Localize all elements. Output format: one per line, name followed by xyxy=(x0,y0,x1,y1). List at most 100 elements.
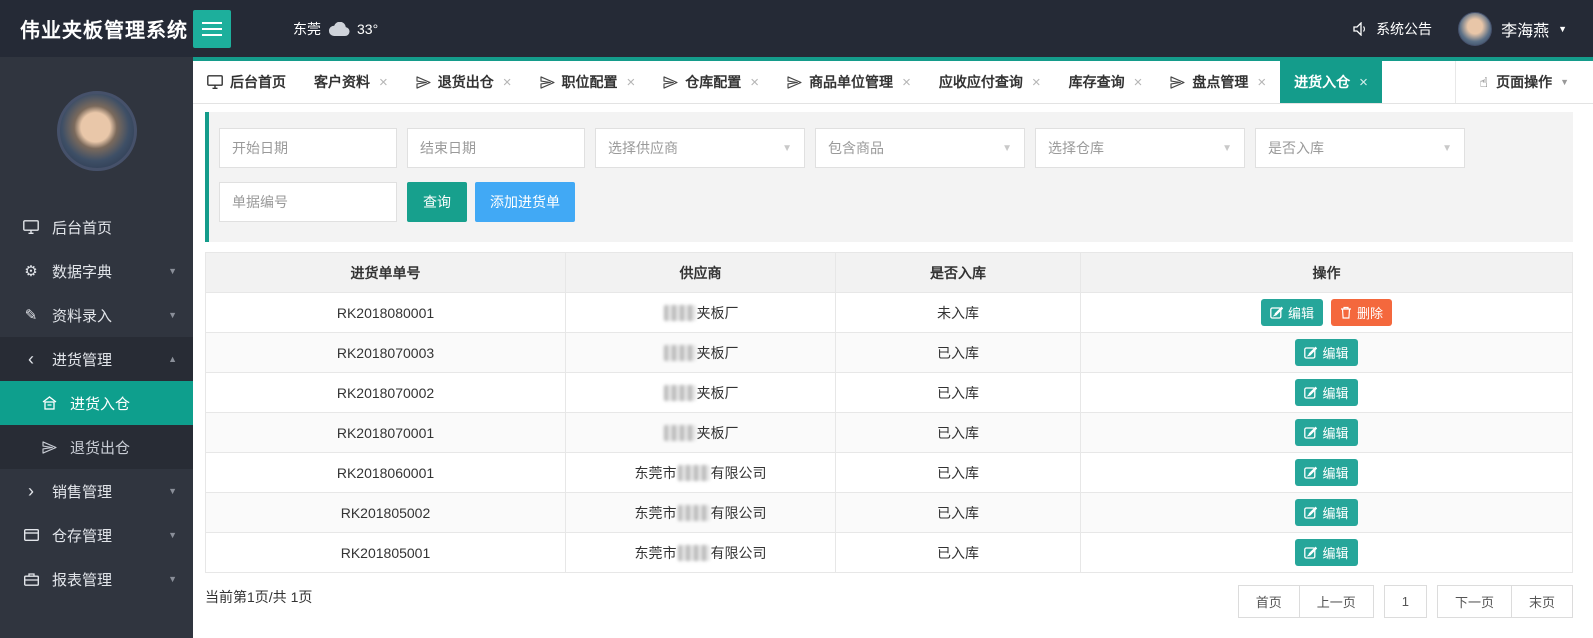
tab-dashboard[interactable]: 后台首页 xyxy=(193,61,300,103)
first-page-button[interactable]: 首页 xyxy=(1239,586,1300,617)
edit-button[interactable]: 编辑 xyxy=(1295,379,1357,406)
tab-warehouse-config[interactable]: 仓库配置 × xyxy=(649,61,773,103)
delete-button[interactable]: 删除 xyxy=(1331,299,1392,326)
tab-payables-query[interactable]: 应收应付查询 × xyxy=(925,61,1055,103)
column-header-status: 是否入库 xyxy=(836,253,1081,292)
tab-product-unit-management[interactable]: 商品单位管理 × xyxy=(773,61,925,103)
current-page-button[interactable]: 1 xyxy=(1385,586,1426,617)
sidebar-item-dashboard[interactable]: 后台首页 xyxy=(0,205,193,249)
sidebar-item-purchase-inbound[interactable]: 进货入仓 xyxy=(0,381,193,425)
menu-toggle-button[interactable] xyxy=(193,10,231,48)
speaker-icon xyxy=(1353,22,1369,36)
edit-button[interactable]: 编辑 xyxy=(1295,459,1357,486)
chevron-down-icon: ▼ xyxy=(1560,77,1569,87)
table-row: RK2018070001 夹板厂 已入库 编辑 xyxy=(206,413,1572,453)
close-icon[interactable]: × xyxy=(902,74,911,91)
chevron-down-icon: ▼ xyxy=(168,530,177,540)
status-cell: 已入库 xyxy=(836,413,1081,452)
query-button[interactable]: 查询 xyxy=(407,182,467,222)
chevron-down-icon: ▼ xyxy=(168,486,177,496)
supplier-cell: 夹板厂 xyxy=(566,333,836,372)
sidebar-item-purchase-management[interactable]: ‹ 进货管理 ▲ xyxy=(0,337,193,381)
chevron-down-icon: ▼ xyxy=(1222,143,1232,154)
chevron-down-icon: ▼ xyxy=(1442,143,1452,154)
order-no-cell: RK201805001 xyxy=(206,533,566,572)
send-icon xyxy=(787,76,802,89)
sidebar-item-return-outbound[interactable]: 退货出仓 xyxy=(0,425,193,469)
pagination: 首页 上一页 1 下一页 末页 xyxy=(1238,585,1573,618)
close-icon[interactable]: × xyxy=(503,74,512,91)
tab-bar: 后台首页 客户资料 × 退货出仓 × 职位配置 × xyxy=(193,57,1593,104)
instock-select[interactable]: 是否入库 ▼ xyxy=(1255,128,1465,168)
sidebar-item-sales-management[interactable]: › 销售管理 ▼ xyxy=(0,469,193,513)
edit-button[interactable]: 编辑 xyxy=(1295,539,1357,566)
tab-customer-data[interactable]: 客户资料 × xyxy=(300,61,402,103)
order-no-cell: RK201805002 xyxy=(206,493,566,532)
order-no-cell: RK2018080001 xyxy=(206,293,566,332)
order-no-input[interactable] xyxy=(219,182,397,222)
table-row: RK2018060001 东莞市有限公司 已入库 编辑 xyxy=(206,453,1572,493)
weather-city: 东莞 xyxy=(293,19,321,39)
sidebar-item-warehouse-management[interactable]: 仓存管理 ▼ xyxy=(0,513,193,557)
table-header-row: 进货单单号 供应商 是否入库 操作 xyxy=(206,253,1572,293)
close-icon[interactable]: × xyxy=(1134,74,1143,91)
censored-text xyxy=(664,385,696,401)
actions-cell: 编辑 删除 xyxy=(1081,293,1572,332)
page-summary: 当前第1页/共 1页 xyxy=(205,585,312,607)
last-page-button[interactable]: 末页 xyxy=(1512,586,1572,617)
supplier-cell: 夹板厂 xyxy=(566,413,836,452)
actions-cell: 编辑 xyxy=(1081,373,1572,412)
sidebar-item-data-entry[interactable]: ✎ 资料录入 ▼ xyxy=(0,293,193,337)
censored-text xyxy=(664,425,696,441)
edit-icon xyxy=(1270,306,1283,319)
supplier-select[interactable]: 选择供应商 ▼ xyxy=(595,128,805,168)
close-icon[interactable]: × xyxy=(1359,74,1368,91)
user-menu[interactable]: 李海燕 ▼ xyxy=(1458,12,1567,46)
edit-button[interactable]: 编辑 xyxy=(1295,499,1357,526)
sidebar-item-data-dictionary[interactable]: ⚙ 数据字典 ▼ xyxy=(0,249,193,293)
close-icon[interactable]: × xyxy=(1032,74,1041,91)
order-no-cell: RK2018070002 xyxy=(206,373,566,412)
edit-icon xyxy=(1304,546,1317,559)
censored-text xyxy=(664,345,696,361)
next-page-button[interactable]: 下一页 xyxy=(1438,586,1512,617)
sidebar-item-report-management[interactable]: 报表管理 ▼ xyxy=(0,557,193,601)
briefcase-icon xyxy=(22,573,40,586)
status-cell: 已入库 xyxy=(836,333,1081,372)
close-icon[interactable]: × xyxy=(379,74,388,91)
edit-button[interactable]: 编辑 xyxy=(1261,299,1323,326)
top-bar: 伟业夹板管理系统 东莞 33° 系统公告 李海燕 ▼ xyxy=(0,0,1593,57)
app-title: 伟业夹板管理系统 xyxy=(0,14,193,43)
edit-button[interactable]: 编辑 xyxy=(1295,339,1357,366)
tab-position-config[interactable]: 职位配置 × xyxy=(526,61,650,103)
trash-icon xyxy=(1340,306,1352,319)
close-icon[interactable]: × xyxy=(627,74,636,91)
system-announcement-button[interactable]: 系统公告 xyxy=(1353,19,1432,39)
close-icon[interactable]: × xyxy=(750,74,759,91)
order-no-cell: RK2018060001 xyxy=(206,453,566,492)
user-name: 李海燕 xyxy=(1501,17,1549,41)
profile-avatar[interactable] xyxy=(57,91,137,171)
add-purchase-order-button[interactable]: 添加进货单 xyxy=(475,182,575,222)
end-date-input[interactable] xyxy=(407,128,585,168)
tab-stocktake-management[interactable]: 盘点管理 × xyxy=(1156,61,1280,103)
page-actions-menu[interactable]: ☝ 页面操作 ▼ xyxy=(1455,61,1593,103)
tab-purchase-inbound[interactable]: 进货入仓 × xyxy=(1280,61,1382,103)
tab-return-outbound[interactable]: 退货出仓 × xyxy=(402,61,526,103)
tab-inventory-query[interactable]: 库存查询 × xyxy=(1055,61,1157,103)
warehouse-select[interactable]: 选择仓库 ▼ xyxy=(1035,128,1245,168)
column-header-actions: 操作 xyxy=(1081,253,1572,292)
supplier-cell: 夹板厂 xyxy=(566,293,836,332)
edit-button[interactable]: 编辑 xyxy=(1295,419,1357,446)
table-row: RK2018080001 夹板厂 未入库 编辑 删除 xyxy=(206,293,1572,333)
column-header-order-no: 进货单单号 xyxy=(206,253,566,292)
start-date-input[interactable] xyxy=(219,128,397,168)
window-icon xyxy=(22,529,40,541)
edit-icon xyxy=(1304,346,1317,359)
prev-page-button[interactable]: 上一页 xyxy=(1300,586,1373,617)
edit-icon xyxy=(1304,386,1317,399)
column-header-supplier: 供应商 xyxy=(566,253,836,292)
close-icon[interactable]: × xyxy=(1257,74,1266,91)
product-select[interactable]: 包含商品 ▼ xyxy=(815,128,1025,168)
supplier-cell: 夹板厂 xyxy=(566,373,836,412)
